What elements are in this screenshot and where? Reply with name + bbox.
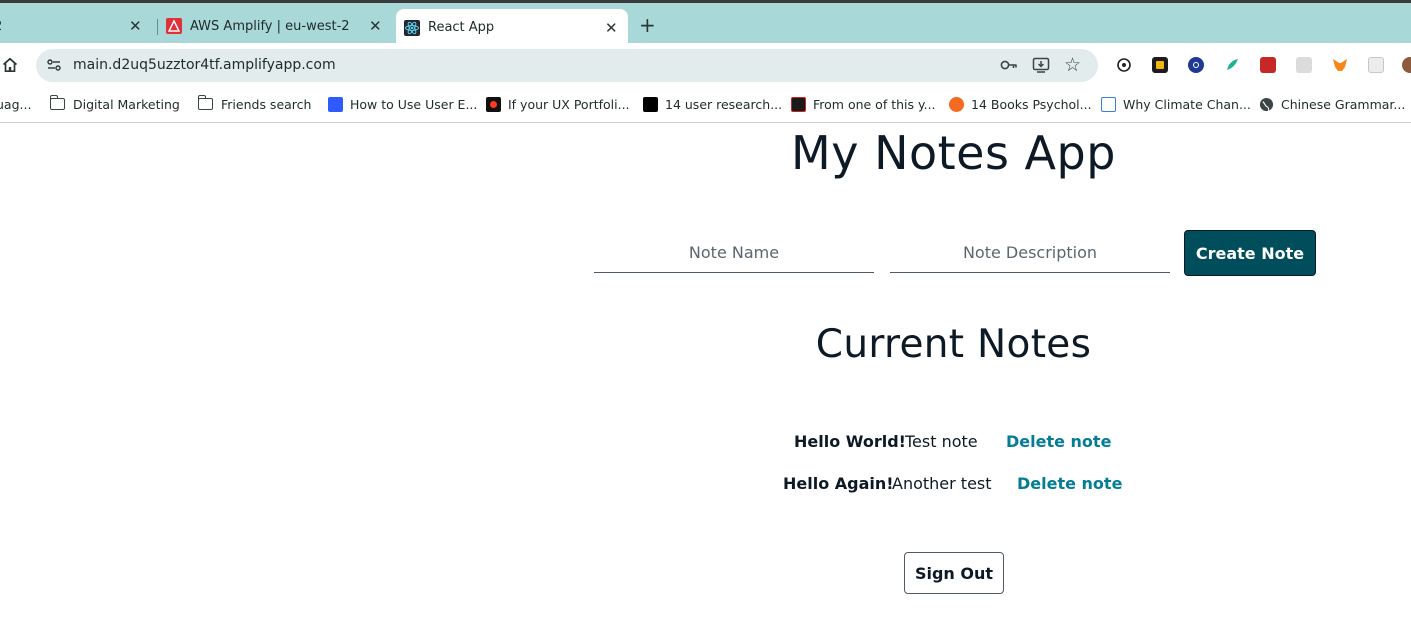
note-description-input[interactable] (890, 233, 1170, 273)
bookmark-item[interactable]: uag... (0, 95, 31, 113)
tab-title: React App (428, 20, 495, 35)
site-favicon-icon (791, 96, 806, 112)
note-description: Test note (905, 432, 978, 451)
site-info-icon[interactable] (46, 57, 62, 73)
tab-react-app[interactable]: React App ✕ (396, 9, 628, 46)
aws-amplify-icon (166, 18, 182, 34)
note-name: Hello World! (794, 432, 906, 451)
bookmark-label: uag... (0, 96, 32, 112)
tab-separator (157, 19, 158, 35)
bookmark-folder-digital-marketing[interactable]: Digital Marketing (49, 95, 180, 113)
close-icon[interactable]: ✕ (605, 19, 618, 37)
bookmark-label: Chinese Grammar... (1281, 96, 1406, 112)
notes-app-page: My Notes App Create Note Current Notes H… (0, 124, 1411, 623)
profile-avatar[interactable] (1402, 57, 1411, 73)
bookmark-label: From one of this y... (813, 96, 936, 112)
metamask-fox-icon[interactable] (1332, 57, 1348, 73)
bookmark-label: Friends search (221, 96, 312, 112)
extension-puzzle-icon[interactable] (1368, 57, 1384, 73)
medium-icon (643, 96, 658, 112)
extension-target-icon[interactable] (1116, 57, 1132, 73)
delete-note-link[interactable]: Delete note (1017, 474, 1122, 493)
home-icon[interactable] (2, 57, 18, 73)
bookmark-item[interactable]: Chinese Grammar... (1259, 95, 1405, 113)
note-name: Hello Again! (783, 474, 894, 493)
bookmark-label: How to Use User E... (350, 96, 478, 112)
bookmark-label: Why Climate Chan... (1123, 96, 1251, 112)
bookmark-item[interactable]: 14 Books Psychol... (949, 95, 1092, 113)
bookmark-item[interactable]: How to Use User E... (328, 95, 477, 113)
extension-translate-icon[interactable] (1296, 57, 1312, 73)
tab-aws-amplify[interactable]: AWS Amplify | eu-west-2 ✕ (164, 9, 392, 43)
site-favicon-icon (486, 96, 501, 112)
bookmark-item[interactable]: If your UX Portfoli... (486, 95, 630, 113)
note-row: Hello World! Test note Delete note (794, 432, 1114, 456)
install-app-icon[interactable] (1032, 56, 1050, 74)
new-tab-button[interactable]: + (639, 13, 656, 37)
note-description: Another test (892, 474, 992, 493)
password-key-icon[interactable] (1000, 57, 1018, 73)
page-title: My Notes App (791, 126, 1116, 180)
bookmark-label: 14 Books Psychol... (971, 96, 1092, 112)
tab-title: AWS Amplify | eu-west-2 (190, 18, 350, 34)
folder-icon (49, 95, 65, 110)
bookmarks-bar: uag... Digital Marketing Friends search … (0, 87, 1411, 123)
extension-cube-icon[interactable] (1152, 57, 1168, 73)
sign-out-button[interactable]: Sign Out (904, 552, 1004, 594)
extension-globe-icon[interactable] (1188, 57, 1204, 73)
close-icon[interactable]: ✕ (369, 17, 382, 35)
note-name-input[interactable] (594, 233, 874, 273)
tab-title: 2 (0, 19, 2, 34)
current-notes-heading: Current Notes (815, 322, 1092, 367)
bookmark-item[interactable]: Why Climate Chan... (1101, 95, 1251, 113)
tab-bar: 2 ✕ AWS Amplify | eu-west-2 ✕ React App … (0, 3, 1411, 46)
note-row: Hello Again! Another test Delete note (783, 474, 1123, 498)
site-favicon-icon (328, 96, 343, 112)
tab-previous[interactable]: 2 ✕ (0, 9, 156, 43)
bookmark-folder-friends-search[interactable]: Friends search (197, 95, 312, 113)
site-favicon-icon (949, 96, 964, 112)
create-note-button[interactable]: Create Note (1184, 230, 1316, 276)
address-bar[interactable]: main.d2uq5uzztor4tf.amplifyapp.com ☆ (36, 49, 1098, 82)
browser-toolbar: main.d2uq5uzztor4tf.amplifyapp.com ☆ (0, 43, 1411, 87)
bookmark-label: Digital Marketing (73, 96, 180, 112)
extension-leaf-icon[interactable] (1224, 57, 1240, 73)
folder-icon (197, 95, 213, 110)
url-text[interactable]: main.d2uq5uzztor4tf.amplifyapp.com (73, 57, 336, 73)
extension-book-icon[interactable] (1260, 57, 1276, 73)
bookmark-label: If your UX Portfoli... (508, 96, 630, 112)
bookmark-star-icon[interactable]: ☆ (1064, 55, 1081, 75)
react-icon (404, 19, 420, 36)
bookmark-item[interactable]: 14 user research... (643, 95, 782, 113)
bookmark-label: 14 user research... (665, 96, 783, 112)
site-favicon-icon (1101, 96, 1116, 112)
delete-note-link[interactable]: Delete note (1006, 432, 1111, 451)
close-icon[interactable]: ✕ (129, 17, 142, 35)
bookmark-item[interactable]: From one of this y... (791, 95, 936, 113)
globe-icon (1259, 97, 1274, 111)
